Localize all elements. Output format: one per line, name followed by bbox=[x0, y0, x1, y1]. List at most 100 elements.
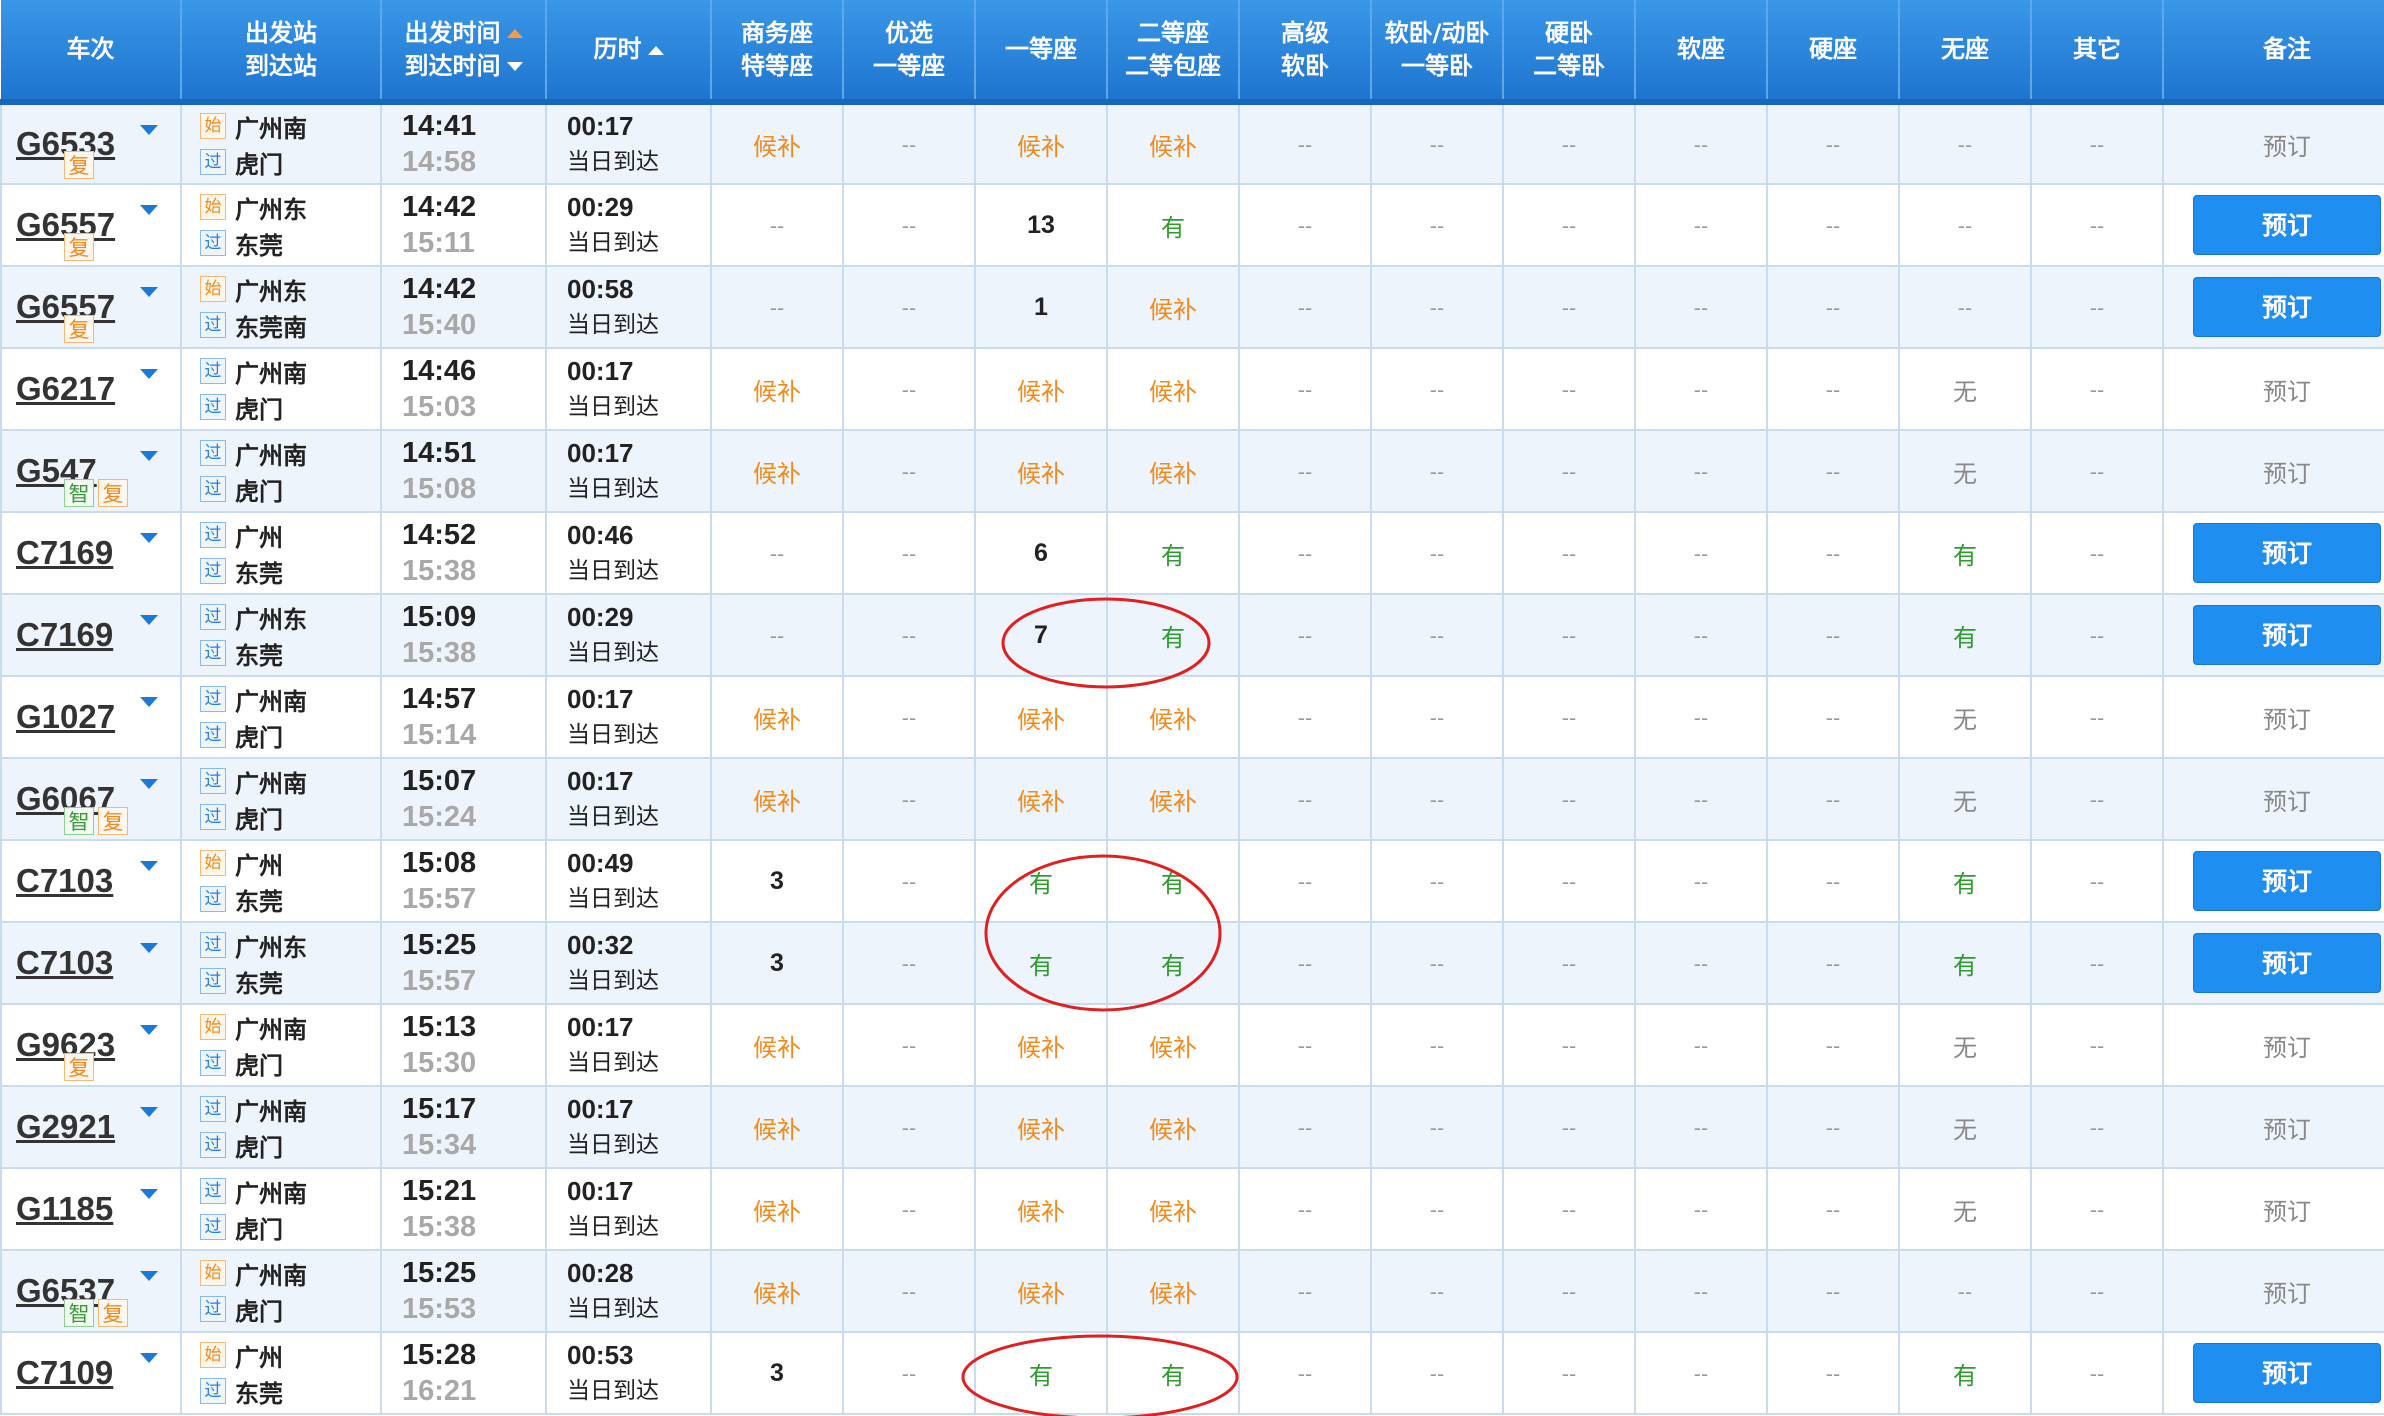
seat-cell-shangwu[interactable]: 候补 bbox=[711, 676, 844, 759]
sort-desc-icon[interactable] bbox=[506, 62, 523, 71]
seat-availability: -- bbox=[2089, 378, 2105, 402]
train-number-link[interactable]: C7103 bbox=[16, 944, 113, 981]
seat-cell-yideng[interactable]: 候补 bbox=[975, 1168, 1108, 1251]
seat-cell-erdeng[interactable]: 有 bbox=[1107, 840, 1240, 923]
arrival-station: 东莞 bbox=[235, 887, 283, 916]
train-number-link[interactable]: C7169 bbox=[16, 534, 113, 571]
seat-cell-erdeng[interactable]: 候补 bbox=[1107, 102, 1240, 185]
seat-cell-erdeng[interactable]: 有 bbox=[1107, 594, 1240, 677]
chevron-down-icon[interactable] bbox=[140, 861, 158, 871]
train-number-link[interactable]: G1185 bbox=[16, 1190, 113, 1227]
chevron-down-icon[interactable] bbox=[140, 125, 158, 135]
seat-cell-erdeng[interactable]: 候补 bbox=[1107, 1250, 1240, 1333]
chevron-down-icon[interactable] bbox=[140, 451, 158, 461]
seat-cell-yideng[interactable]: 13 bbox=[975, 184, 1108, 267]
arrival-station: 虎门 bbox=[235, 1051, 283, 1080]
seat-cell-yideng[interactable]: 候补 bbox=[975, 430, 1108, 513]
seat-cell-yideng[interactable]: 有 bbox=[975, 922, 1108, 1005]
chevron-down-icon[interactable] bbox=[140, 697, 158, 707]
seat-cell-erdeng[interactable]: 候补 bbox=[1107, 266, 1240, 349]
seat-cell-erdeng[interactable]: 有 bbox=[1107, 1332, 1240, 1415]
seat-cell-yideng[interactable]: 候补 bbox=[975, 676, 1108, 759]
seat-cell-shangwu[interactable]: 3 bbox=[711, 922, 844, 1005]
seat-cell-yideng[interactable]: 候补 bbox=[975, 348, 1108, 431]
seat-cell-yideng[interactable]: 7 bbox=[975, 594, 1108, 677]
chevron-down-icon[interactable] bbox=[140, 287, 158, 297]
seat-cell-shangwu[interactable]: 候补 bbox=[711, 430, 844, 513]
seat-cell-wuzuo[interactable]: 有 bbox=[1899, 922, 2032, 1005]
sort-asc-icon[interactable] bbox=[647, 45, 664, 55]
book-button[interactable]: 预订 bbox=[2193, 277, 2381, 337]
book-button[interactable]: 预订 bbox=[2193, 523, 2381, 583]
book-button[interactable]: 预订 bbox=[2193, 605, 2381, 665]
time-cell: 14:52 15:38 bbox=[381, 512, 547, 595]
seat-cell-yideng[interactable]: 有 bbox=[975, 1332, 1108, 1415]
seat-cell-shangwu[interactable]: 候补 bbox=[711, 348, 844, 431]
seat-cell-erdeng[interactable]: 候补 bbox=[1107, 1168, 1240, 1251]
seat-cell-wuzuo[interactable]: 有 bbox=[1899, 1332, 2032, 1415]
seat-cell-erdeng[interactable]: 有 bbox=[1107, 184, 1240, 267]
seat-cell-erdeng[interactable]: 有 bbox=[1107, 922, 1240, 1005]
col-station: 出发站 到达站 bbox=[181, 0, 382, 105]
duration: 00:17 bbox=[567, 684, 634, 714]
seat-cell-gaoji: -- bbox=[1239, 348, 1372, 431]
train-number-link[interactable]: C7169 bbox=[16, 616, 113, 653]
seat-cell-erdeng[interactable]: 候补 bbox=[1107, 676, 1240, 759]
book-button[interactable]: 预订 bbox=[2193, 851, 2381, 911]
chevron-down-icon[interactable] bbox=[140, 205, 158, 215]
seat-cell-erdeng[interactable]: 候补 bbox=[1107, 1086, 1240, 1169]
chevron-down-icon[interactable] bbox=[140, 943, 158, 953]
station-cell: 始广州过东莞 bbox=[181, 1332, 382, 1415]
seat-cell-yideng[interactable]: 候补 bbox=[975, 102, 1108, 185]
train-number-link[interactable]: G6217 bbox=[16, 370, 115, 407]
seat-cell-shangwu[interactable]: 候补 bbox=[711, 1168, 844, 1251]
seat-cell-ruanzuo: -- bbox=[1635, 266, 1768, 349]
chevron-down-icon[interactable] bbox=[140, 1353, 158, 1363]
seat-cell-ruanwo: -- bbox=[1371, 348, 1504, 431]
chevron-down-icon[interactable] bbox=[140, 779, 158, 789]
train-number-link[interactable]: G1027 bbox=[16, 698, 115, 735]
seat-cell-erdeng[interactable]: 候补 bbox=[1107, 1004, 1240, 1087]
seat-cell-wuzuo[interactable]: 有 bbox=[1899, 512, 2032, 595]
arrival-time: 15:57 bbox=[402, 883, 477, 915]
col-duration[interactable]: 历时 bbox=[546, 0, 712, 105]
chevron-down-icon[interactable] bbox=[140, 533, 158, 543]
sort-asc-icon[interactable] bbox=[506, 29, 523, 38]
seat-availability: -- bbox=[2089, 624, 2105, 648]
seat-cell-shangwu[interactable]: 候补 bbox=[711, 1250, 844, 1333]
chevron-down-icon[interactable] bbox=[140, 1107, 158, 1117]
book-button[interactable]: 预订 bbox=[2193, 195, 2381, 255]
seat-cell-shangwu[interactable]: 候补 bbox=[711, 1004, 844, 1087]
seat-cell-ruanzuo: -- bbox=[1635, 512, 1768, 595]
chevron-down-icon[interactable] bbox=[140, 369, 158, 379]
chevron-down-icon[interactable] bbox=[140, 1189, 158, 1199]
seat-cell-yideng[interactable]: 1 bbox=[975, 266, 1108, 349]
seat-cell-erdeng[interactable]: 候补 bbox=[1107, 758, 1240, 841]
chevron-down-icon[interactable] bbox=[140, 1271, 158, 1281]
seat-cell-wuzuo[interactable]: 有 bbox=[1899, 840, 2032, 923]
seat-cell-shangwu[interactable]: 候补 bbox=[711, 102, 844, 185]
book-button[interactable]: 预订 bbox=[2193, 1343, 2381, 1403]
seat-cell-erdeng[interactable]: 有 bbox=[1107, 512, 1240, 595]
seat-cell-erdeng[interactable]: 候补 bbox=[1107, 430, 1240, 513]
col-time[interactable]: 出发时间 到达时间 bbox=[381, 0, 547, 105]
train-number-link[interactable]: C7103 bbox=[16, 862, 113, 899]
train-number-link[interactable]: G2921 bbox=[16, 1108, 115, 1145]
seat-cell-shangwu[interactable]: 候补 bbox=[711, 1086, 844, 1169]
chevron-down-icon[interactable] bbox=[140, 1025, 158, 1035]
seat-cell-yideng[interactable]: 候补 bbox=[975, 1250, 1108, 1333]
train-number-link[interactable]: C7109 bbox=[16, 1354, 113, 1391]
seat-cell-yideng[interactable]: 6 bbox=[975, 512, 1108, 595]
chevron-down-icon[interactable] bbox=[140, 615, 158, 625]
seat-cell-yideng[interactable]: 候补 bbox=[975, 1086, 1108, 1169]
seat-cell-shangwu[interactable]: 3 bbox=[711, 1332, 844, 1415]
seat-cell-wuzuo[interactable]: 有 bbox=[1899, 594, 2032, 677]
seat-cell-shangwu[interactable]: 3 bbox=[711, 840, 844, 923]
seat-availability: 有 bbox=[1161, 1361, 1185, 1390]
seat-cell-erdeng[interactable]: 候补 bbox=[1107, 348, 1240, 431]
seat-cell-yideng[interactable]: 有 bbox=[975, 840, 1108, 923]
seat-cell-yideng[interactable]: 候补 bbox=[975, 1004, 1108, 1087]
seat-cell-yideng[interactable]: 候补 bbox=[975, 758, 1108, 841]
seat-cell-shangwu[interactable]: 候补 bbox=[711, 758, 844, 841]
book-button[interactable]: 预订 bbox=[2193, 933, 2381, 993]
